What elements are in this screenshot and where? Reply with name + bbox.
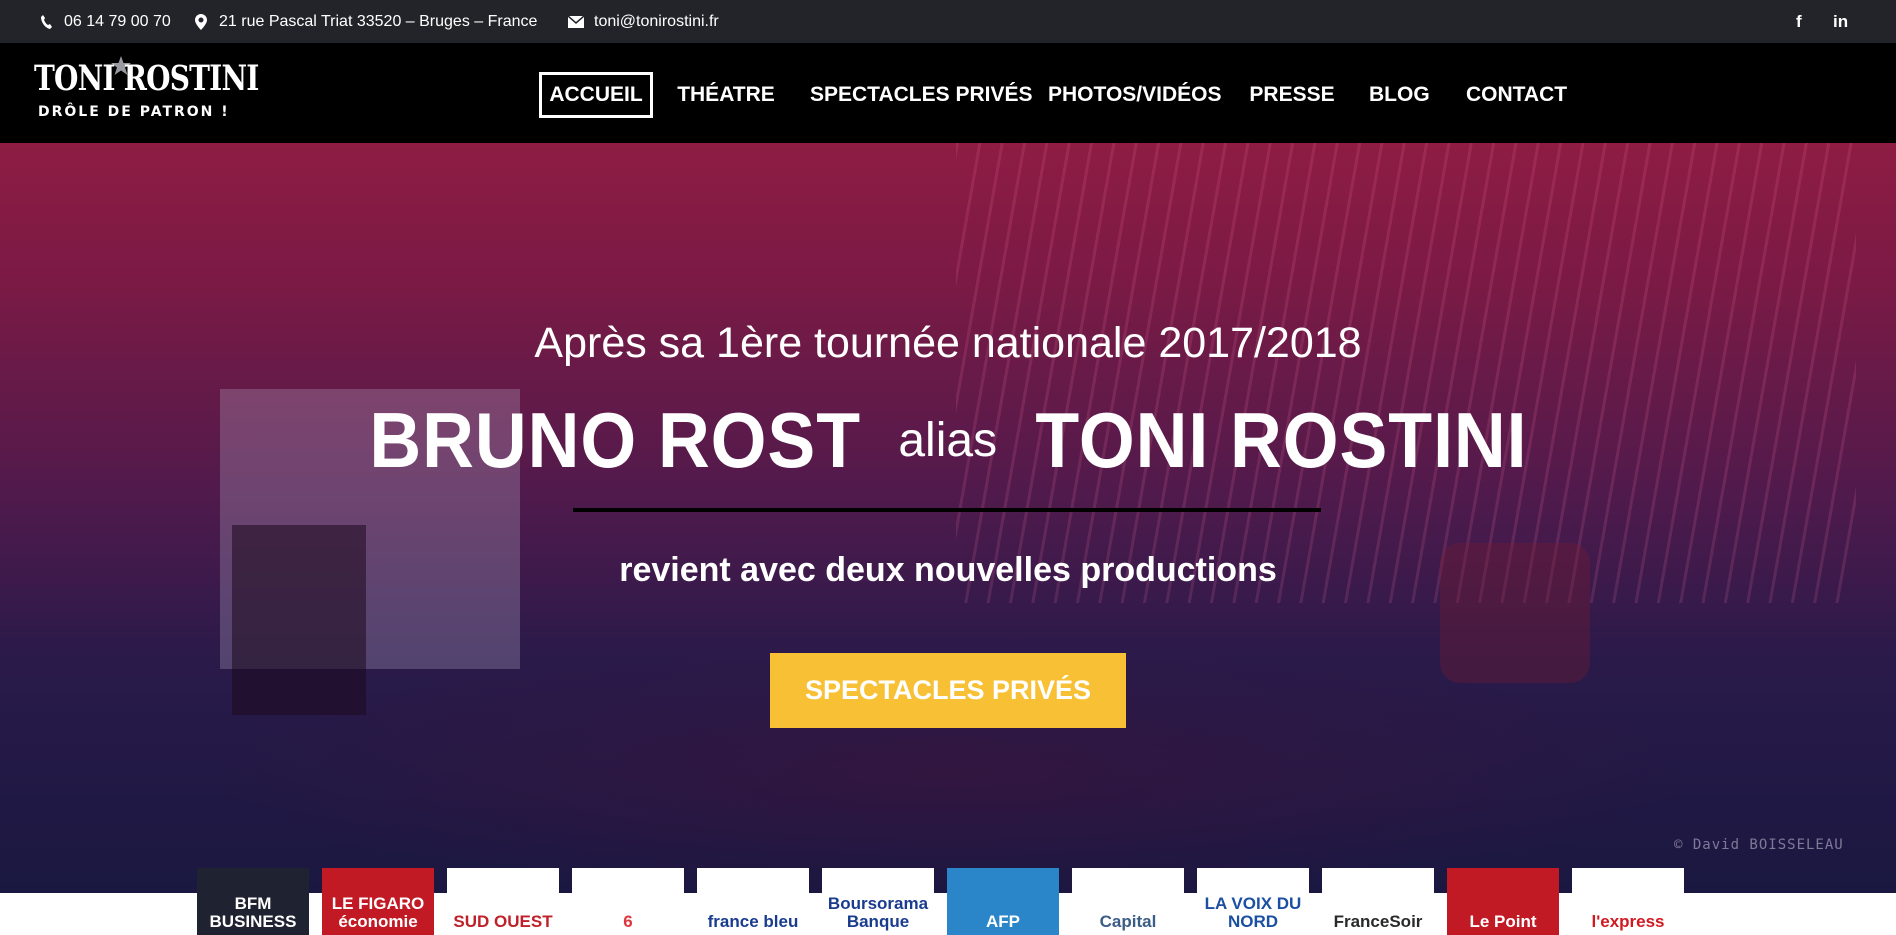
hero-alias-word: alias <box>898 414 998 467</box>
press-logo[interactable]: SUD OUEST <box>447 868 559 935</box>
press-logo-label: 6 <box>623 912 633 931</box>
hero-subtitle: Après sa 1ère tournée nationale 2017/201… <box>534 319 1362 367</box>
nav-item-presse[interactable]: PRESSE <box>1249 72 1335 118</box>
logo-title: TONI ROSTINI <box>34 58 259 99</box>
press-logo[interactable]: france bleu <box>697 868 809 935</box>
press-logo[interactable]: LA VOIX DU NORD <box>1197 868 1309 935</box>
press-logo-label: france bleu <box>707 912 799 931</box>
address-contact: 21 rue Pascal Triat 33520 – Bruges – Fra… <box>193 0 537 43</box>
site-header: TONI ROSTINI DRÔLE DE PATRON ! ACCUEIL T… <box>0 43 1896 143</box>
email-contact[interactable]: toni@tonirostini.fr <box>568 0 719 43</box>
map-pin-icon <box>193 13 209 30</box>
hero-tagline: revient avec deux nouvelles productions <box>619 551 1277 589</box>
top-bar: 06 14 79 00 70 21 rue Pascal Triat 33520… <box>0 0 1896 43</box>
phone-number: 06 14 79 00 70 <box>64 12 171 30</box>
press-logo-label: AFP <box>986 912 1020 931</box>
press-logo[interactable]: Boursorama Banque <box>822 868 934 935</box>
site-logo[interactable]: TONI ROSTINI DRÔLE DE PATRON ! <box>34 56 259 131</box>
hero-name-real: BRUNO ROST <box>368 396 861 484</box>
linkedin-icon: in <box>1833 11 1849 31</box>
nav-item-blog[interactable]: BLOG <box>1369 72 1430 118</box>
press-logo-label: Le Point <box>1469 912 1537 931</box>
email-address: toni@tonirostini.fr <box>594 12 719 30</box>
press-logo-label: Capital <box>1099 912 1157 931</box>
nav-item-spectacles-prives[interactable]: SPECTACLES PRIVÉS <box>810 72 1033 118</box>
press-logo[interactable]: Capital <box>1072 868 1184 935</box>
nav-item-photos-videos[interactable]: PHOTOS/VIDÉOS <box>1048 72 1222 118</box>
logo-tagline: DRÔLE DE PATRON ! <box>38 104 230 120</box>
nav-item-contact[interactable]: CONTACT <box>1466 72 1567 118</box>
facebook-icon: f <box>1796 11 1802 31</box>
press-logo-label: LE FIGARO économie <box>331 894 425 931</box>
hero-title: BRUNO ROST alias TONI ROSTINI <box>0 395 1896 486</box>
envelope-icon <box>568 14 584 30</box>
press-logo-label: BFM BUSINESS <box>209 894 297 931</box>
press-logo-label: FranceSoir <box>1333 912 1423 931</box>
phone-contact[interactable]: 06 14 79 00 70 <box>38 0 171 43</box>
phone-icon <box>38 14 54 30</box>
hero-divider <box>573 508 1321 512</box>
press-logo-label: LA VOIX DU NORD <box>1204 894 1302 931</box>
address-text: 21 rue Pascal Triat 33520 – Bruges – Fra… <box>219 12 538 30</box>
hero-background-structure <box>956 143 1856 603</box>
linkedin-link[interactable]: in <box>1833 0 1848 43</box>
press-logo-label: SUD OUEST <box>453 912 553 931</box>
spectacles-prives-button[interactable]: SPECTACLES PRIVÉS <box>770 653 1126 728</box>
press-logo[interactable]: AFP <box>947 868 1059 935</box>
nav-item-theatre[interactable]: THÉATRE <box>672 72 780 118</box>
press-logo-label: Boursorama Banque <box>827 894 929 931</box>
photo-credit: © David BOISSELEAU <box>1674 837 1844 853</box>
press-logos: BFM BUSINESS LE FIGARO économie SUD OUEST 6… <box>0 868 1896 935</box>
press-logo[interactable]: LE FIGARO économie <box>322 868 434 935</box>
press-logo[interactable]: Le Point <box>1447 868 1559 935</box>
press-logo[interactable]: l'express <box>1572 868 1684 935</box>
press-logo[interactable]: BFM BUSINESS <box>197 868 309 935</box>
press-logo[interactable]: FranceSoir <box>1322 868 1434 935</box>
press-logo[interactable]: 6 <box>572 868 684 935</box>
press-logo-label: l'express <box>1591 912 1665 931</box>
hero-section: Après sa 1ère tournée nationale 2017/201… <box>0 143 1896 935</box>
nav-item-accueil[interactable]: ACCUEIL <box>539 72 653 118</box>
facebook-link[interactable]: f <box>1796 0 1802 43</box>
hero-name-stage: TONI ROSTINI <box>1034 396 1528 484</box>
